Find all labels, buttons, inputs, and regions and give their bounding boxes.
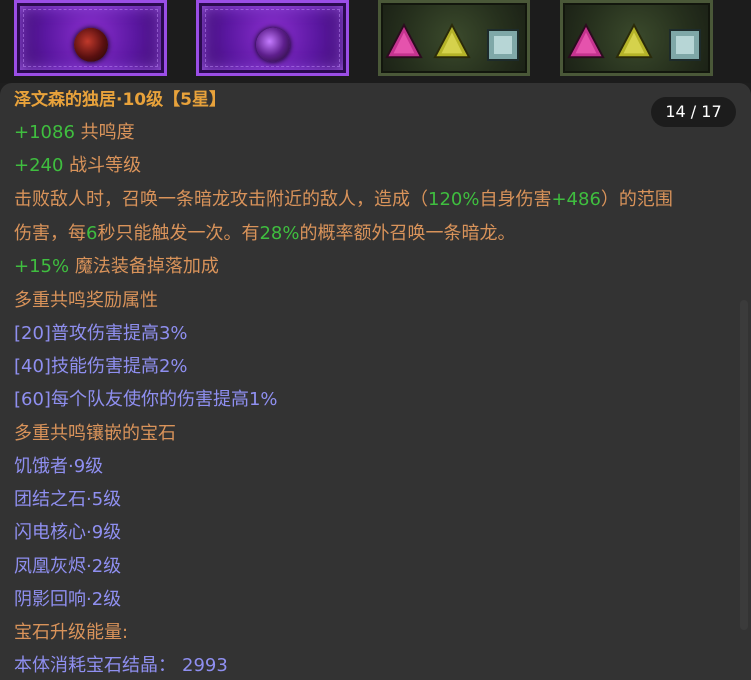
yellow-triangle-gem-icon <box>433 23 471 59</box>
resonance-bonus-header: 多重共鸣奖励属性 <box>14 290 158 311</box>
socket-gems-header: 多重共鸣镶嵌的宝石 <box>14 423 176 444</box>
stat-label: 共鸣度 <box>74 122 135 143</box>
gem-upgrade-cost-value: 2993 <box>182 655 228 676</box>
effect-value: 120% <box>428 189 480 210</box>
stat-value: +240 <box>14 155 64 176</box>
effect-text: 伤害，每 <box>14 223 86 244</box>
stat-combat-level: +240 战斗等级 <box>14 154 141 178</box>
pink-triangle-gem-icon <box>567 23 605 59</box>
effect-line-1: 击败敌人时，召唤一条暗龙攻击附近的敌人，造成（120%自身伤害+486）的范围 <box>14 188 673 212</box>
effect-line-2: 伤害，每6秒只能触发一次。有28%的概率额外召唤一条暗龙。 <box>14 222 515 246</box>
effect-text: 秒只能触发一次。有 <box>97 223 260 244</box>
teal-square-gem-icon <box>487 29 519 61</box>
effect-text: 的概率额外召唤一条暗龙。 <box>299 223 516 244</box>
gem-slot-4[interactable] <box>560 0 713 76</box>
stat-value: +15% <box>14 256 70 277</box>
item-name: 泽文森的独居·10级 <box>14 90 164 110</box>
scrollbar-thumb[interactable] <box>740 300 748 630</box>
socket-gem-item: 阴影回响·2级 <box>14 589 122 610</box>
red-orb-gem-icon <box>73 27 108 62</box>
stat-magic-drop: +15% 魔法装备掉落加成 <box>14 255 219 279</box>
gem-slot-1[interactable] <box>14 0 167 76</box>
item-counter-badge: 14 / 17 <box>651 97 736 127</box>
gem-slot-2[interactable] <box>196 0 349 76</box>
violet-orb-gem-icon <box>255 27 290 62</box>
item-stars: 【5星】 <box>163 90 226 110</box>
effect-value: +486 <box>551 189 601 210</box>
effect-text: ）的范围 <box>600 189 673 210</box>
stat-value: +1086 <box>14 122 75 143</box>
socket-gem-item: 饥饿者·9级 <box>14 456 104 477</box>
gem-upgrade-cost: 本体消耗宝石结晶： 2993 <box>14 654 228 678</box>
teal-square-gem-icon <box>669 29 701 61</box>
resonance-bonus-item: [20]普攻伤害提高3% <box>14 323 188 344</box>
item-title: 泽文森的独居·10级【5星】 <box>14 88 226 112</box>
socket-gem-item: 闪电核心·9级 <box>14 522 122 543</box>
effect-value: 6 <box>86 223 98 244</box>
socket-gem-item: 凤凰灰烬·2级 <box>14 556 122 577</box>
yellow-triangle-gem-icon <box>615 23 653 59</box>
effect-text: 自身伤害 <box>479 189 552 210</box>
resonance-bonus-item: [40]技能伤害提高2% <box>14 356 188 377</box>
stat-label: 魔法装备掉落加成 <box>69 256 219 277</box>
pink-triangle-gem-icon <box>385 23 423 59</box>
effect-text: 击败敌人时，召唤一条暗龙攻击附近的敌人，造成（ <box>14 189 428 210</box>
effect-value: 28% <box>259 223 300 244</box>
gem-upgrade-header: 宝石升级能量: <box>14 622 129 643</box>
resonance-bonus-item: [60]每个队友使你的伤害提高1% <box>14 389 278 410</box>
gem-slot-bar <box>0 0 751 83</box>
stat-label: 战斗等级 <box>63 155 142 176</box>
stat-resonance: +1086 共鸣度 <box>14 121 135 145</box>
socket-gem-item: 团结之石·5级 <box>14 489 122 510</box>
gem-upgrade-cost-label: 本体消耗宝石结晶： <box>14 655 176 676</box>
gem-slot-3[interactable] <box>378 0 530 76</box>
